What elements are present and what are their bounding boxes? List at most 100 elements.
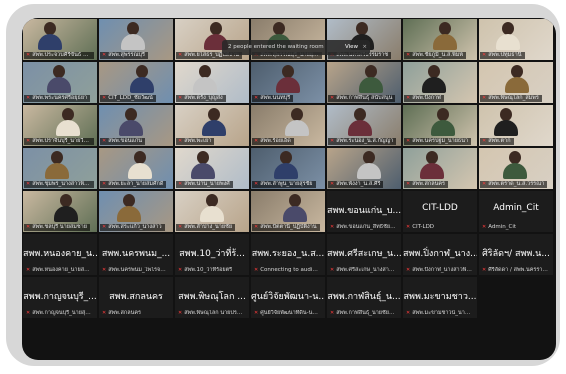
- participant-name: CIT_LDD_ชัยวัฒน์: [108, 95, 153, 101]
- muted-mic-icon: ✕: [26, 310, 31, 316]
- participant-video-tile[interactable]: ✕ สพพ.พิษณุโลก_สมพร: [479, 62, 553, 103]
- participant-video-tile[interactable]: ✕สพพ.ประจวบคีรีขันธ์ ทธ.พรชัย: [23, 19, 97, 60]
- participant-shoulders: [45, 163, 69, 179]
- muted-mic-icon: ✕: [102, 95, 107, 101]
- muted-mic-icon: ✕: [254, 224, 259, 230]
- participant-silhouette: [202, 108, 226, 136]
- participant-display-name: สพพ.มะขามชาว...: [403, 292, 477, 302]
- participant-name-tile[interactable]: ศิริลัดฯ/ สพพ.น... ✕ ศิริลัดดา / สพพ.นครรา…: [479, 234, 553, 275]
- participant-name: สพพ.พิษณุโลก นายประเสริฐ: [184, 310, 247, 316]
- participant-video-tile[interactable]: ✕ สพพ.ตรัง_บุญส่ง: [175, 62, 249, 103]
- participant-name-tile[interactable]: สพพ.ปิ่งกาฬ_นาง... ✕ สพพ.บึงกาฬ_นางสาวพิมพ…: [403, 234, 477, 275]
- participant-silhouette: [191, 151, 215, 179]
- participant-shoulders: [433, 34, 457, 50]
- participant-name-tile[interactable]: สพพ.นครพนม_... ✕สพพ.นครพนม_ไพโรจน์ สำนัก: [99, 234, 173, 275]
- muted-mic-icon: ✕: [482, 224, 487, 230]
- participant-video-tile[interactable]: ✕ สพพ.ลำพูน_นายสุรชัย: [251, 148, 325, 189]
- participant-shoulders: [420, 163, 444, 179]
- participant-video-tile[interactable]: ✕ สพพ.ชัยภูมิ_น.ส.พิมพ์: [403, 19, 477, 60]
- participant-video-tile[interactable]: ✕ สพพ.ตราด_น.ส.วรรณา: [479, 148, 553, 189]
- participant-name-label: ✕ สพพ.ตราด_น.ส.วรรณา: [480, 181, 548, 188]
- participant-video-tile[interactable]: ✕ สพพ.ปราจีนบุรี_นายวีรพงษ์: [23, 105, 97, 146]
- view-button[interactable]: View: [345, 40, 358, 55]
- participant-silhouette: [283, 194, 307, 222]
- participant-name-label: ✕ สพพ.ยะลา_นายสมศักดิ์: [100, 181, 167, 188]
- participant-name: สพพ.พังงา_น.ส.ศิริ: [336, 181, 381, 187]
- screenshot-frame: ✕สพพ.ประจวบคีรีขันธ์ ทธ.พรชัย✕สพพ.สุพรรณ…: [6, 4, 560, 366]
- participant-display-name: สพพ.กาญจนบุรี_...: [23, 292, 97, 302]
- participant-video-tile[interactable]: ✕ สพพ.นนทบุรี: [251, 62, 325, 103]
- muted-mic-icon: ✕: [178, 224, 183, 230]
- waiting-room-notification[interactable]: 2 people entered the waiting room View ×: [222, 40, 370, 55]
- participant-name-tile[interactable]: สพพ.ขอนแก่น_บ... ✕ สพพ.ขอนแก่น_สิทธิชัย ใจ…: [327, 191, 401, 232]
- participant-name-label: ✕ สพพ.สระแก้ว_นางสาว: [100, 224, 165, 231]
- participant-silhouette: [45, 151, 69, 179]
- participant-silhouette: [119, 108, 143, 136]
- participant-name-tile[interactable]: สพพ.มะขามชาว... ✕ สพพ.มะขามชาวน์_นายสุเทพ: [403, 277, 477, 318]
- participant-silhouette: [503, 151, 527, 179]
- close-icon[interactable]: ×: [362, 40, 367, 55]
- participant-name-label: ✕ สพพ.พิษณุโลก_สมพร: [480, 95, 542, 102]
- participant-name: สพพ.ชัยภูมิ_น.ส.พิมพ์: [412, 52, 464, 58]
- participant-silhouette: [200, 194, 224, 222]
- participant-name-tile[interactable]: สพพ.สกลนคร ✕ สพพ.สกลนคร: [99, 277, 173, 318]
- muted-mic-icon: ✕: [178, 310, 183, 316]
- participant-video-tile[interactable]: ✕ สพพ.สุพรรณบุรี: [99, 19, 173, 60]
- participant-name-tile[interactable]: สพพ.ระยอง_น.ส... ✕ Connecting to audio...: [251, 234, 325, 275]
- participant-name: สพพ.นครพนม_ไพโรจน์ สำนัก: [108, 267, 170, 273]
- participant-video-tile[interactable]: ✕ สพพ.ขอนแก่น: [99, 105, 173, 146]
- participant-name: สพพ.สุพรรณบุรี: [108, 52, 145, 58]
- participant-name-tile[interactable]: สพพ.ศรีสะเกษ_น... ✕ สพพ.ศรีสะเกษ_นางสาวสุภ…: [327, 234, 401, 275]
- participant-video-tile[interactable]: ✕ สพพ.พังงา_น.ส.ศิริ: [327, 148, 401, 189]
- participant-video-tile[interactable]: ✕ สพพ.กาฬสินธุ์ สนับสนุน: [327, 62, 401, 103]
- participant-name-tile[interactable]: สพพ.กาญจนบุรี_... ✕ สพพ.กาญจนบุรี_นายสุรศั…: [23, 277, 97, 318]
- participant-video-tile[interactable]: ✕ สพพ.ตาก: [479, 105, 553, 146]
- participant-name: สพพ.ปัตตานี_ปฏิบัติงาน: [260, 224, 317, 230]
- participant-video-tile[interactable]: ✕ สพพ.ปัตตานี_ปฏิบัติงาน: [251, 191, 325, 232]
- participant-video-tile[interactable]: ✕ สพพ.ยะลา_นายสมศักดิ์: [99, 148, 173, 189]
- participant-video-tile[interactable]: ✕ สพพ.น่าน_นายพงศ์: [175, 148, 249, 189]
- participant-shoulders: [117, 206, 141, 222]
- participant-shoulders: [422, 77, 446, 93]
- participant-name-label: ✕ Admin_Cit: [480, 224, 518, 231]
- participant-silhouette: [38, 22, 62, 50]
- participant-name-label: ✕สพพ.ประจวบคีรีขันธ์ ทธ.พรชัย: [24, 52, 95, 59]
- participant-video-tile[interactable]: ✕ สพพ.สกลนคร: [403, 148, 477, 189]
- participant-video-tile[interactable]: ✕ สพพ.บึงกาฬ: [403, 62, 477, 103]
- participant-shoulders: [274, 163, 298, 179]
- muted-mic-icon: ✕: [178, 138, 183, 144]
- muted-mic-icon: ✕: [102, 181, 107, 187]
- participant-name-tile[interactable]: สพพ.10_ว่าที่ร้... ✕ สพพ.10_ว่าที่ร้อยตรี: [175, 234, 249, 275]
- muted-mic-icon: ✕: [330, 181, 335, 187]
- participant-name-label: ✕สพพ.ศรีสะเกษ_นางสาวสุภาพร: [328, 267, 399, 274]
- participant-video-tile[interactable]: ✕ สพพ.สระแก้ว_นางสาว: [99, 191, 173, 232]
- participant-shoulders: [496, 34, 520, 50]
- participant-video-tile[interactable]: ✕ สพพ.พะเยา: [175, 105, 249, 146]
- participant-name-tile[interactable]: สพพ.พิษณุโลก ... ✕ สพพ.พิษณุโลก นายประเสริ…: [175, 277, 249, 318]
- participant-video-tile[interactable]: ✕ สพพ.ชลบุรี นายสมชาย: [23, 191, 97, 232]
- participant-display-name: สพพ.สกลนคร: [109, 292, 163, 302]
- participant-video-tile[interactable]: ✕ สพพ.ระนอง_น.ส.กัญญา: [327, 105, 401, 146]
- participant-name: สพพ.ขอนแก่น_สิทธิชัย ใจดี: [336, 224, 399, 230]
- participant-video-tile[interactable]: ✕ CIT_LDD_ชัยวัฒน์: [99, 62, 173, 103]
- participant-name: สพพ.ลำพูน_นายสุรชัย: [260, 181, 313, 187]
- participant-display-name: สพพ.กาฬสินธุ์_น...: [327, 292, 401, 302]
- participant-shoulders: [47, 77, 71, 93]
- participant-name-tile[interactable]: Admin_Cit ✕ Admin_Cit: [479, 191, 553, 232]
- participant-video-tile[interactable]: ✕ สพพ.ร้อยเอ็ด: [251, 105, 325, 146]
- participant-video-tile[interactable]: ✕ สพพ.ปทุมธานี: [479, 19, 553, 60]
- participant-name: สพพ.สระแก้ว_นางสาว: [108, 224, 162, 230]
- participant-name-tile[interactable]: CIT-LDD ✕ CIT-LDD: [403, 191, 477, 232]
- participant-video-tile[interactable]: ✕ สพพ.พระนครศรีอยุธยา: [23, 62, 97, 103]
- participant-name-tile[interactable]: สพพ.กาฬสินธุ์_น... ✕ สพพ.กาฬสินธุ์_นายชัยว…: [327, 277, 401, 318]
- muted-mic-icon: ✕: [26, 267, 31, 273]
- participant-video-tile[interactable]: ✕ สพพ.ลำปาง_นายชัย: [175, 191, 249, 232]
- participant-video-tile[interactable]: ✕ สพพ.ชุมพร_นางสาวพิมพ์: [23, 148, 97, 189]
- participant-video-tile[interactable]: ✕ สพพ.นครปฐม_นายธนา: [403, 105, 477, 146]
- participant-name-tile[interactable]: สพพ.หนองคาย_น... ✕สพพ.หนองคาย_นายสมใจ ปฏิ…: [23, 234, 97, 275]
- participant-silhouette: [47, 65, 71, 93]
- participant-name: สพพ.หนองคาย_นายสมใจ ปฏิบัติ: [32, 267, 94, 273]
- participant-name-label: ✕ สพพ.10_ว่าที่ร้อยตรี: [176, 267, 234, 274]
- participant-shoulders: [202, 120, 226, 136]
- participant-name-tile[interactable]: ศูนย์วิจัยพัฒนา-น... ✕ ศูนย์วิจัยพัฒนาที่ด…: [251, 277, 325, 318]
